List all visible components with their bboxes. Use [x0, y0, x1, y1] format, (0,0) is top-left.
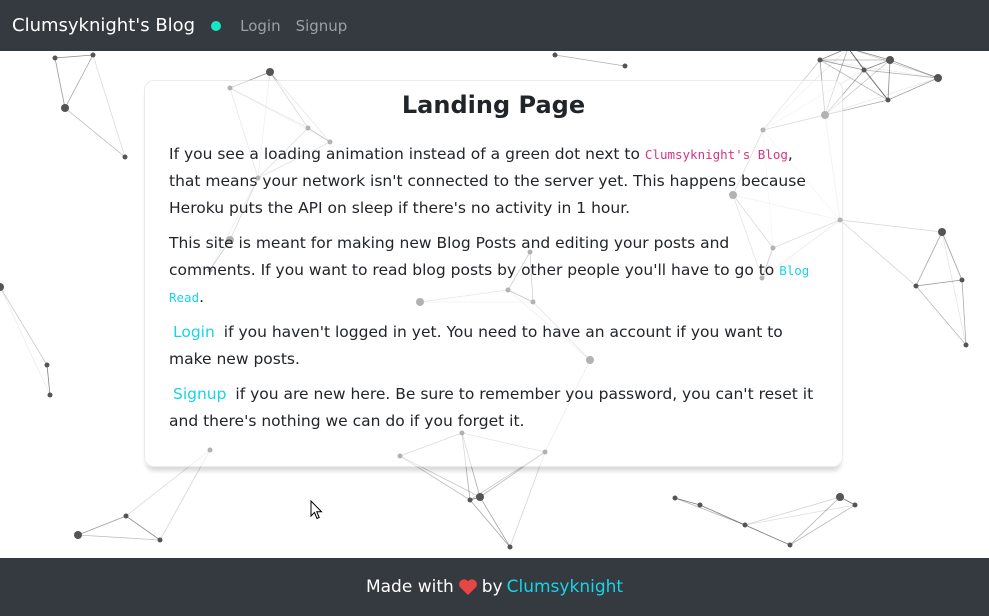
network-node	[852, 502, 858, 508]
nav-signup-link[interactable]: Signup	[296, 17, 348, 35]
body-signup-link[interactable]: Signup	[173, 385, 226, 403]
network-node	[963, 342, 969, 348]
network-node	[507, 544, 513, 550]
network-node	[672, 495, 678, 501]
network-line	[479, 496, 511, 548]
network-node	[885, 97, 891, 103]
network-node	[552, 52, 558, 58]
network-line	[125, 515, 161, 541]
paragraph-site-purpose: This site is meant for making new Blog P…	[169, 230, 814, 311]
card-body: If you see a loading animation instead o…	[169, 141, 814, 443]
p4-text: if you are new here. Be sure to remember…	[169, 385, 814, 430]
network-node	[74, 531, 82, 539]
network-node	[44, 362, 50, 368]
nav-login-link[interactable]: Login	[240, 17, 280, 35]
network-node	[742, 522, 748, 528]
network-line	[887, 77, 939, 101]
footer: Made with by Clumsyknight	[0, 558, 989, 616]
network-node	[47, 392, 53, 398]
network-node	[467, 497, 473, 503]
network-line	[941, 231, 963, 281]
network-line	[64, 107, 126, 158]
network-line	[554, 54, 626, 67]
network-node	[266, 68, 274, 76]
network-node	[817, 57, 823, 63]
network-node	[861, 67, 867, 73]
network-line	[915, 279, 963, 287]
landing-card: Landing Page If you see a loading animat…	[144, 80, 843, 467]
network-line	[819, 59, 939, 79]
network-line	[54, 54, 94, 59]
network-node	[0, 283, 4, 291]
network-line	[839, 219, 917, 287]
page-title: Landing Page	[401, 91, 586, 119]
network-node	[787, 542, 793, 548]
mouse-cursor-icon	[310, 500, 323, 520]
network-node	[938, 228, 946, 236]
brand-title[interactable]: Clumsyknight's Blog	[12, 15, 195, 36]
heart-icon	[458, 578, 478, 596]
network-node	[622, 63, 628, 69]
network-node	[157, 537, 163, 543]
footer-by: by	[481, 577, 503, 597]
network-line	[54, 57, 66, 109]
network-node	[123, 513, 129, 519]
network-line	[915, 285, 967, 346]
paragraph-signup: Signup if you are new here. Be sure to r…	[169, 381, 814, 435]
network-line	[77, 515, 127, 536]
network-line	[855, 51, 939, 79]
navbar: Clumsyknight's Blog Login Signup	[0, 0, 989, 51]
network-line	[839, 219, 943, 233]
p3-text: if you haven't logged in yet. You need t…	[169, 323, 783, 368]
network-node	[476, 493, 484, 501]
network-node	[886, 56, 894, 64]
network-line	[744, 524, 791, 546]
network-node	[913, 283, 919, 289]
paragraph-network-info: If you see a loading animation instead o…	[169, 141, 814, 222]
p1-text: If you see a loading animation instead o…	[169, 145, 640, 163]
network-line	[857, 51, 891, 61]
connection-status-dot	[211, 20, 222, 31]
p2-text: This site is meant for making new Blog P…	[169, 234, 775, 279]
network-line	[469, 499, 511, 548]
network-node	[697, 502, 703, 508]
network-node	[836, 493, 844, 501]
network-node	[61, 104, 69, 112]
network-node	[52, 55, 58, 61]
network-line	[92, 54, 126, 158]
footer-author-link[interactable]: Clumsyknight	[507, 577, 623, 597]
network-line	[0, 286, 48, 366]
network-line	[46, 364, 51, 396]
p2-text-after: .	[199, 288, 205, 306]
body-login-link[interactable]: Login	[173, 323, 215, 341]
footer-made-with: Made with	[365, 577, 454, 597]
network-node	[934, 74, 942, 82]
network-node	[959, 277, 965, 283]
network-line	[915, 231, 943, 287]
network-node	[122, 154, 128, 160]
network-line	[77, 534, 161, 541]
network-line	[64, 54, 94, 109]
network-line	[674, 497, 746, 526]
network-node	[90, 52, 96, 58]
paragraph-login: Login if you haven't logged in yet. You …	[169, 319, 814, 373]
blog-name-code: Clumsyknight's Blog	[644, 147, 788, 162]
network-line	[0, 286, 51, 396]
